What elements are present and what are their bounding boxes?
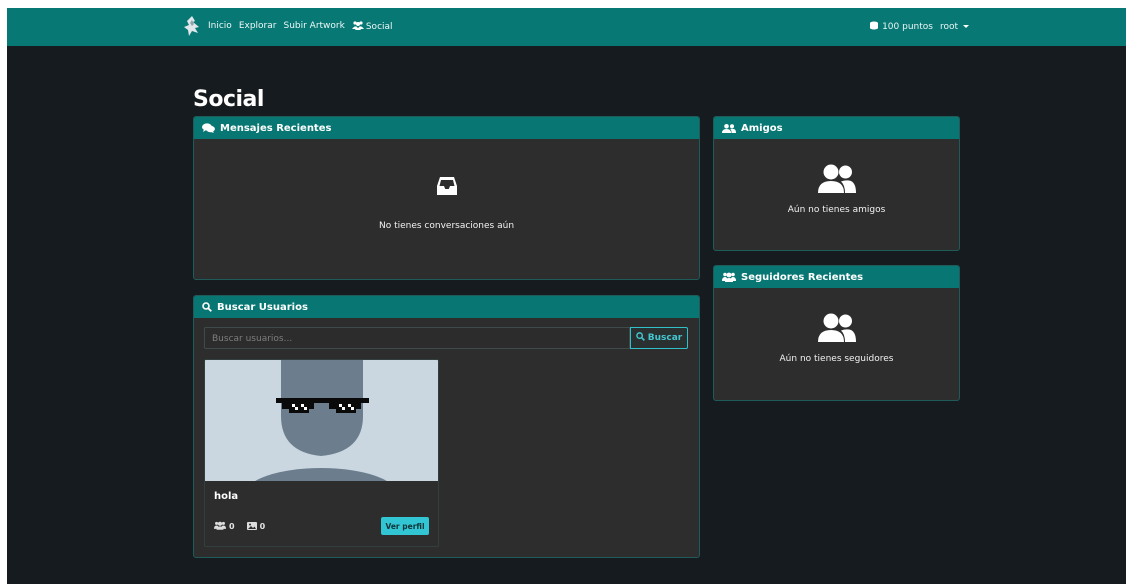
top-navbar: Inicio Explorar Subir Artwork Social 100… [7, 8, 1126, 46]
user-friends-icon [817, 164, 856, 198]
main-nav: Inicio Explorar Subir Artwork Social [208, 21, 393, 33]
points-label: 100 puntos [882, 22, 933, 32]
user-stats: 0 0 [214, 521, 265, 532]
search-icon [635, 332, 645, 344]
user-result-card: hola 0 0 Ver perfil [204, 359, 439, 547]
page-title: Social [193, 86, 264, 112]
app-window: Inicio Explorar Subir Artwork Social 100… [7, 8, 1126, 584]
no-followers-text: Aún no tienes seguidores [779, 354, 894, 364]
coins-icon [869, 21, 879, 33]
recent-messages-header: Mensajes Recientes [194, 117, 699, 139]
user-avatar[interactable] [205, 360, 438, 481]
site-logo-icon[interactable] [184, 16, 200, 36]
recent-followers-title: Seguidores Recientes [741, 271, 864, 283]
followers-count: 0 [229, 522, 235, 531]
users-icon [722, 272, 736, 282]
search-users-card: Buscar Usuarios Buscar usuarios... Busca… [193, 295, 700, 558]
no-conversations-text: No tienes conversaciones aún [378, 221, 515, 231]
search-button-label: Buscar [647, 333, 683, 343]
nav-social-link[interactable]: Social [351, 21, 393, 33]
users-icon [351, 21, 364, 33]
friends-card: Amigos Aún no tienes amigos [713, 116, 960, 251]
recent-followers-card: Seguidores Recientes Aún no tienes segui… [713, 265, 960, 401]
username-label: root [939, 22, 958, 32]
user-friends-icon [817, 313, 856, 347]
nav-social-label: Social [365, 22, 393, 32]
users-icon [214, 521, 226, 532]
points-display: 100 puntos [869, 21, 933, 33]
search-users-header: Buscar Usuarios [194, 296, 699, 318]
nav-subir-artwork-link[interactable]: Subir Artwork [283, 21, 344, 33]
caret-down-icon [963, 25, 969, 28]
user-friends-icon [722, 123, 736, 133]
no-friends-text: Aún no tienes amigos [787, 205, 886, 215]
view-profile-button[interactable]: Ver perfil [381, 517, 429, 535]
search-users-title: Buscar Usuarios [217, 301, 308, 313]
recent-messages-title: Mensajes Recientes [220, 122, 332, 134]
search-bar: Buscar usuarios... Buscar [204, 327, 688, 351]
user-menu-toggle[interactable]: root [940, 22, 969, 32]
recent-messages-card: Mensajes Recientes No tienes conversacio… [193, 116, 700, 280]
nav-inicio-link[interactable]: Inicio [208, 21, 232, 33]
search-icon [202, 302, 212, 312]
artworks-count: 0 [259, 522, 266, 531]
friends-header: Amigos [714, 117, 959, 139]
friends-title: Amigos [741, 122, 783, 134]
image-icon [246, 521, 257, 532]
comments-icon [202, 123, 215, 133]
user-name[interactable]: hola [214, 491, 238, 502]
search-button[interactable]: Buscar [630, 327, 688, 349]
inbox-icon [436, 177, 457, 199]
nav-explorar-link[interactable]: Explorar [239, 21, 277, 33]
search-users-input[interactable]: Buscar usuarios... [204, 327, 630, 349]
recent-followers-header: Seguidores Recientes [714, 266, 959, 288]
nav-user-area: 100 puntos root [869, 21, 969, 33]
